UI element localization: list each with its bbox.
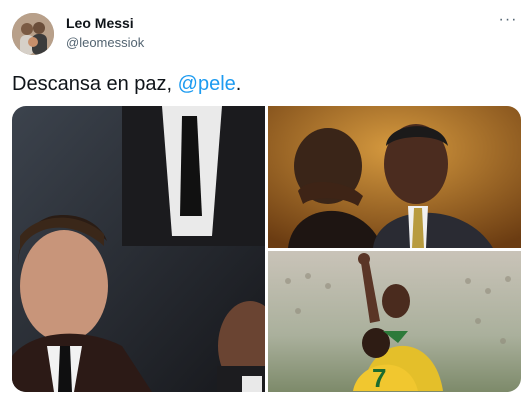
- tweet-text-prefix: Descansa en paz,: [12, 73, 178, 95]
- tweet-photo-2[interactable]: [268, 106, 521, 248]
- avatar-photo-icon: [12, 13, 54, 55]
- author-handle[interactable]: @leomessiok: [66, 35, 144, 50]
- author-avatar[interactable]: [12, 13, 54, 55]
- svg-text:7: 7: [372, 363, 386, 392]
- author-display-name[interactable]: Leo Messi: [66, 15, 134, 31]
- more-options-icon[interactable]: ···: [498, 12, 518, 28]
- tweet-photo-3[interactable]: 7: [268, 251, 521, 392]
- mention-link[interactable]: @pele: [178, 73, 236, 95]
- tweet-text: Descansa en paz, @pele.: [12, 71, 241, 97]
- tweet-card[interactable]: Leo Messi @leomessiok ··· Descansa en pa…: [0, 0, 532, 408]
- media-grid: 7: [12, 106, 521, 392]
- tweet-photo-1[interactable]: [12, 106, 265, 392]
- tweet-text-suffix: .: [235, 73, 242, 95]
